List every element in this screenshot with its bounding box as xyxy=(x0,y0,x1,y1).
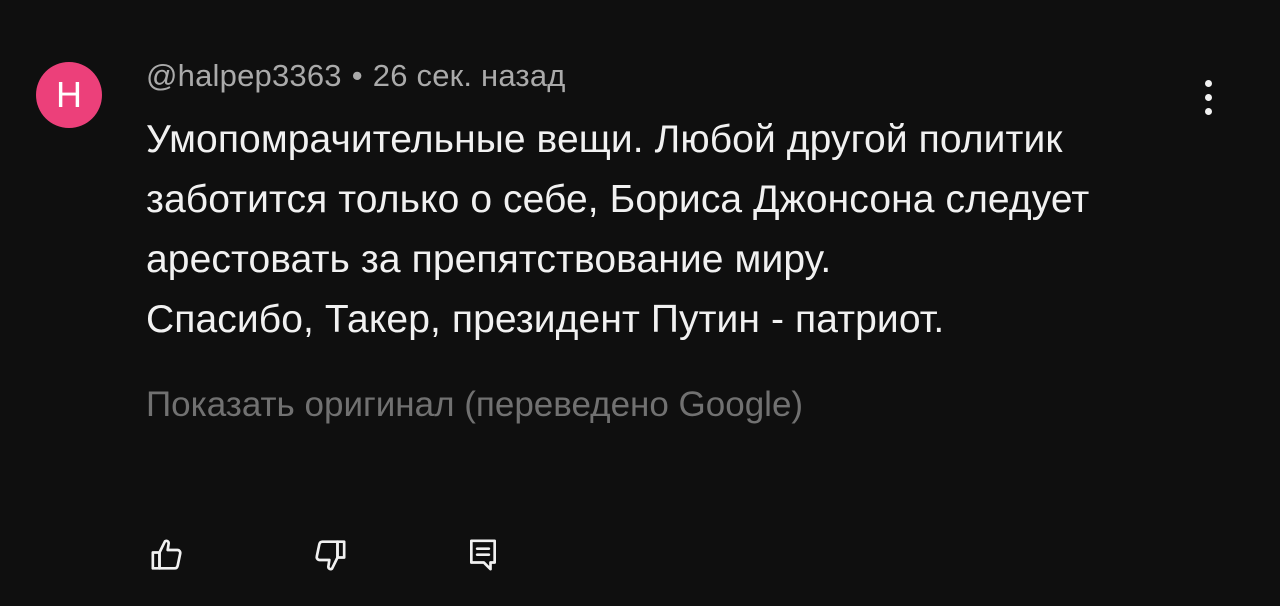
comment-header: @halpep3363 • 26 сек. назад xyxy=(146,58,566,94)
separator-dot: • xyxy=(351,58,363,93)
comment-line: заботится только о себе, Бориса Джонсона… xyxy=(146,178,1090,221)
thumbs-up-icon xyxy=(151,539,182,570)
comment-line: арестовать за препятствование миру. xyxy=(146,238,832,281)
comment-line: Спасибо, Такер, президент Путин - патрио… xyxy=(146,298,945,341)
more-vert-icon-dot xyxy=(1204,79,1212,87)
comment-item: H @halpep3363 • 26 сек. назад Умопомрачите… xyxy=(0,0,1280,606)
comment-line: Умопомрачительные вещи. Любой другой пол… xyxy=(146,118,1063,161)
reply-button[interactable] xyxy=(460,532,506,578)
avatar-letter: H xyxy=(56,74,82,115)
show-original-link[interactable]: Показать оригинал (переведено Google) xyxy=(146,385,803,425)
timestamp[interactable]: 26 сек. назад xyxy=(373,58,566,93)
dislike-button[interactable] xyxy=(307,532,353,578)
avatar[interactable]: H xyxy=(36,62,102,128)
reply-icon xyxy=(470,539,496,571)
comment-body: Умопомрачительные вещи. Любой другой пол… xyxy=(146,110,1226,350)
thumbs-down-icon xyxy=(315,540,346,571)
author-name[interactable]: @halpep3363 xyxy=(146,58,342,93)
like-button[interactable] xyxy=(144,532,190,578)
more-vert-icon-dot xyxy=(1204,93,1212,101)
